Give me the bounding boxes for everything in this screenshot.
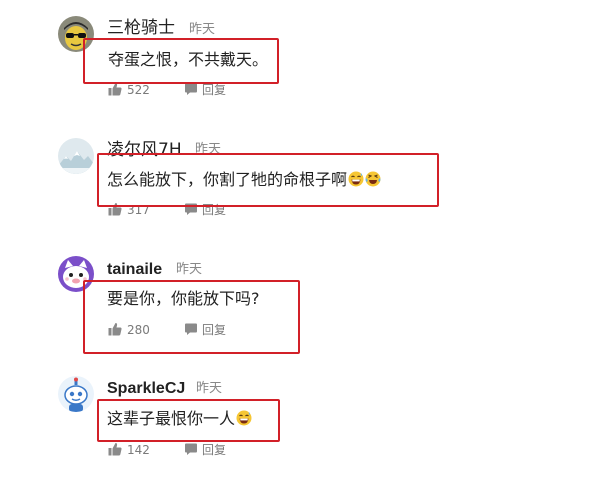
comment-time: 昨天 xyxy=(189,22,216,37)
thumbs-up-icon[interactable] xyxy=(108,442,122,456)
comment-time: 昨天 xyxy=(196,381,223,396)
comment-time: 昨天 xyxy=(176,262,203,277)
user-avatar[interactable] xyxy=(58,138,94,174)
comment-text: 这辈子最恨你一人 xyxy=(107,408,252,430)
reply-button[interactable]: 回复 xyxy=(202,442,226,458)
reply-button[interactable]: 回复 xyxy=(202,82,226,98)
reply-button[interactable]: 回复 xyxy=(202,322,226,338)
comment-text: 怎么能放下，你割了牠的命根子啊 xyxy=(107,169,381,191)
like-count: 142 xyxy=(127,443,150,457)
cartoon-face-sunglasses-icon xyxy=(58,16,94,52)
crying-laughing-emoji-icon xyxy=(365,171,381,187)
robot-mascot-icon xyxy=(58,376,94,412)
user-avatar[interactable] xyxy=(58,16,94,52)
cartoon-cat-icon xyxy=(58,256,94,292)
comment-time: 昨天 xyxy=(195,142,222,157)
grinning-sweat-emoji-icon xyxy=(236,410,252,426)
thumbs-up-icon[interactable] xyxy=(108,202,122,216)
username[interactable]: 凌尔风7H xyxy=(107,140,182,160)
comment-text-content: 这辈子最恨你一人 xyxy=(107,409,236,428)
thumbs-up-icon[interactable] xyxy=(108,322,122,336)
comment-bubble-icon[interactable] xyxy=(184,82,198,96)
like-count: 280 xyxy=(127,323,150,337)
comment-text: 要是你，你能放下吗? xyxy=(107,289,260,308)
comment-actions: 142 回复 xyxy=(108,441,248,459)
comment-actions: 280 回复 xyxy=(108,321,248,339)
username[interactable]: tainaile xyxy=(107,260,162,280)
username[interactable]: 三枪骑士 xyxy=(107,18,175,38)
like-count: 522 xyxy=(127,83,150,97)
comment-bubble-icon[interactable] xyxy=(184,202,198,216)
user-avatar[interactable] xyxy=(58,256,94,292)
comment-bubble-icon[interactable] xyxy=(184,322,198,336)
comment-text: 夺蛋之恨，不共戴天。 xyxy=(108,50,269,69)
thumbs-up-icon[interactable] xyxy=(108,82,122,96)
like-count: 317 xyxy=(127,203,150,217)
comment-list: 三枪骑士 昨天 夺蛋之恨，不共戴天。 522 回复 凌尔风7H 昨天 怎么能放下… xyxy=(0,0,615,494)
comment-actions: 317 回复 xyxy=(108,201,248,219)
reply-button[interactable]: 回复 xyxy=(202,202,226,218)
comment-text-content: 怎么能放下，你割了牠的命根子啊 xyxy=(107,170,348,189)
snowy-mountain-icon xyxy=(58,138,94,174)
comment-bubble-icon[interactable] xyxy=(184,442,198,456)
grinning-sweat-emoji-icon xyxy=(348,171,364,187)
username[interactable]: SparkleCJ xyxy=(107,379,185,399)
user-avatar[interactable] xyxy=(58,376,94,412)
comment-actions: 522 回复 xyxy=(108,81,248,99)
